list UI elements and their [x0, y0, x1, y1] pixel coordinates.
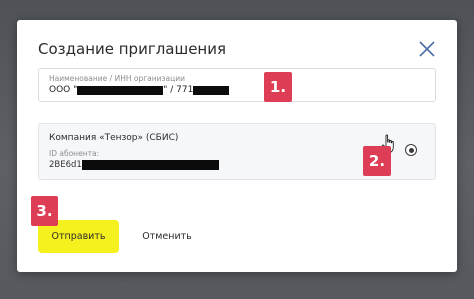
- company-name: Компания «Тензор» (СБИС): [49, 133, 179, 143]
- dialog-title: Создание приглашения: [38, 40, 227, 58]
- step-badge-2: 2.: [363, 146, 391, 176]
- step-badge-3: 3.: [31, 196, 58, 226]
- organization-field-value: ООО " " / 771: [49, 85, 230, 95]
- organization-value-prefix: ООО ": [49, 85, 78, 95]
- step-badge-1: 1.: [264, 72, 292, 102]
- redacted-name-block: [77, 85, 164, 95]
- company-radio-button[interactable]: [405, 144, 417, 156]
- organization-value-middle: " / 771: [163, 85, 194, 95]
- organization-field[interactable]: Наименование / ИНН организации ООО " " /…: [38, 68, 436, 102]
- subscriber-id-value: 2BE6d1: [49, 160, 219, 170]
- cancel-button[interactable]: Отменить: [127, 220, 207, 253]
- subscriber-id-prefix: 2BE6d1: [49, 160, 82, 170]
- redacted-subscriber-block: [81, 160, 219, 170]
- subscriber-id-label: ID абонента:: [49, 149, 100, 158]
- redacted-inn-block: [193, 85, 230, 95]
- close-icon[interactable]: [417, 39, 437, 59]
- organization-field-label: Наименование / ИНН организации: [49, 74, 185, 83]
